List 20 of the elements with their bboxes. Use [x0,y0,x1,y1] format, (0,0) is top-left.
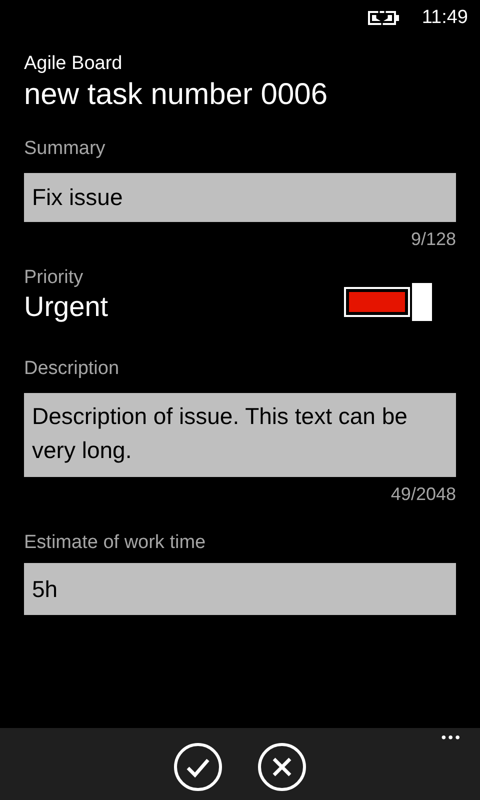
save-button[interactable] [173,742,223,792]
summary-field[interactable]: Fix issue [24,173,456,222]
checkmark-icon [173,742,223,792]
more-button[interactable]: ••• [441,730,462,744]
character-count: 9/128 [410,230,456,248]
description-label: Description [24,359,120,378]
priority-label: Priority [24,268,84,288]
estimate-field[interactable]: 5h [24,563,456,616]
clock-time: 11:49 [422,6,468,30]
app-title: Agile Board [24,52,124,76]
close-icon [257,742,307,792]
priority-toggle[interactable] [344,282,432,321]
page-title: new task number 0006 [24,76,329,113]
description-field[interactable]: Description of issue. This text can be very long. [24,393,456,478]
estimate-label: Estimate of work time [24,533,207,552]
summary-label: Summary [24,139,106,158]
battery-charging-icon [368,10,400,26]
priority-value: Urgent [24,293,108,322]
character-count: 49/2048 [390,485,456,504]
cancel-button[interactable] [257,742,307,792]
